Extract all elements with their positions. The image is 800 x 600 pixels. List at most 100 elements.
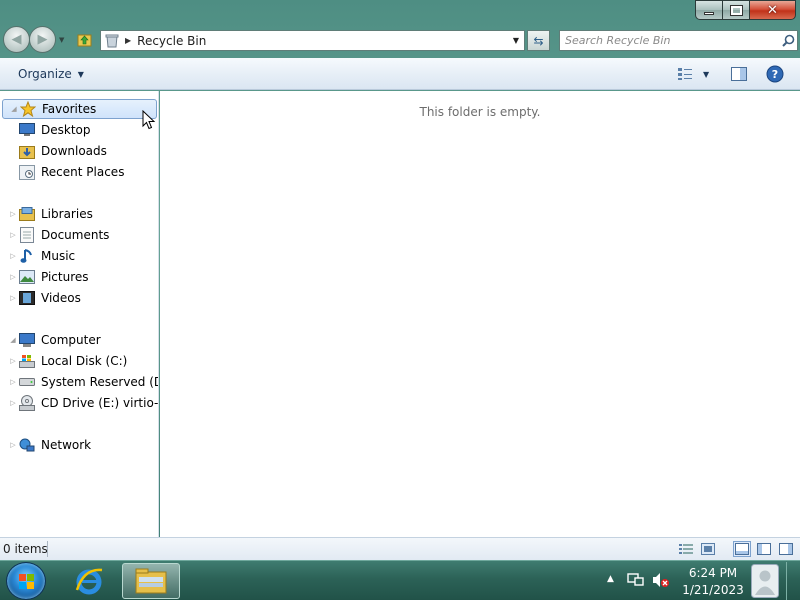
nav-item-pictures[interactable]: ▷ Pictures [0, 267, 89, 287]
nav-computer-label: Computer [41, 333, 101, 347]
internet-explorer-icon [75, 568, 103, 595]
expand-arrow-icon[interactable]: ▷ [8, 378, 18, 386]
breadcrumb-arrow-icon[interactable]: ▶ [125, 36, 131, 45]
status-bar: 0 items [0, 537, 800, 560]
help-button[interactable]: ? [766, 64, 784, 84]
nav-libraries-label: Libraries [41, 207, 93, 221]
nav-item-local-disk-c[interactable]: ▷ Local Disk (C:) [0, 351, 127, 371]
nav-item-desktop[interactable]: Desktop [0, 120, 91, 140]
nav-network[interactable]: ▷ Network [0, 435, 91, 455]
expand-arrow-icon[interactable]: ▷ [8, 441, 18, 449]
details-view-icon [679, 544, 693, 554]
explorer-window: ✕ ◀ ▶ ▼ ▶ Recycle Bin ▼ ⇆ Search Recycle… [0, 0, 800, 560]
nav-item-music[interactable]: ▷ Music [0, 246, 75, 266]
close-icon: ✕ [767, 2, 778, 18]
videos-icon [19, 291, 35, 305]
nav-item-downloads[interactable]: Downloads [0, 141, 107, 161]
file-list-area[interactable]: This folder is empty. [160, 91, 800, 537]
network-tray-icon[interactable] [627, 572, 645, 588]
hard-drive-icon [19, 378, 35, 386]
svg-text:?: ? [772, 68, 778, 81]
nav-item-system-reserved-d[interactable]: ▷ System Reserved (D: [0, 372, 158, 392]
cd-drive-icon [19, 395, 35, 411]
refresh-button[interactable]: ⇆ [527, 30, 550, 51]
nav-item-videos[interactable]: ▷ Videos [0, 288, 81, 308]
computer-icon [19, 332, 35, 347]
navigation-pane-icon [757, 543, 771, 555]
expand-arrow-icon[interactable]: ▷ [8, 210, 18, 218]
nav-item-label: Desktop [41, 123, 91, 137]
navigation-pane: ◢ Favorites Desktop Downloads Recent Pla… [0, 91, 159, 537]
taskbar-internet-explorer[interactable] [70, 564, 108, 598]
start-button[interactable] [6, 562, 46, 600]
folder-icon [135, 568, 167, 594]
preview-pane-icon [731, 67, 747, 81]
nav-item-documents[interactable]: ▷ Documents [0, 225, 109, 245]
search-box[interactable] [559, 30, 798, 51]
expand-arrow-icon[interactable]: ▷ [8, 294, 18, 302]
expand-arrow-icon[interactable]: ▷ [8, 231, 18, 239]
clock[interactable]: 6:24 PM 1/21/2023 [682, 565, 744, 599]
address-dropdown-icon[interactable]: ▼ [508, 31, 524, 50]
layout-details-pane-button[interactable] [733, 541, 751, 557]
expand-arrow-icon[interactable]: ▷ [8, 273, 18, 281]
views-icon [678, 68, 692, 80]
recent-pages-dropdown[interactable]: ▼ [59, 36, 64, 44]
volume-muted-icon[interactable] [652, 572, 670, 588]
large-icons-view-button[interactable] [699, 541, 717, 557]
nav-network-label: Network [41, 438, 92, 452]
expand-arrow-icon[interactable]: ▷ [8, 357, 18, 365]
forward-arrow-icon: ▶ [37, 32, 48, 47]
maximize-button[interactable] [722, 0, 749, 20]
expand-arrow-icon[interactable]: ▷ [8, 399, 18, 407]
search-icon [781, 34, 794, 47]
back-button[interactable]: ◀ [3, 26, 30, 53]
address-bar[interactable]: ▶ Recycle Bin ▼ [100, 30, 525, 51]
nav-item-recent-places[interactable]: Recent Places [0, 162, 124, 182]
preview-pane-button[interactable] [731, 64, 747, 84]
restore-icon [729, 4, 743, 16]
close-button[interactable]: ✕ [749, 0, 796, 20]
nav-item-label: Videos [41, 291, 81, 305]
item-count: 0 items [3, 542, 48, 556]
nav-item-label: Documents [41, 228, 110, 242]
nav-libraries[interactable]: ▷ Libraries [0, 204, 93, 224]
up-folder-icon[interactable] [77, 32, 92, 47]
forward-button[interactable]: ▶ [29, 26, 56, 53]
organize-button[interactable]: Organize ▼ [11, 64, 91, 84]
refresh-icon: ⇆ [533, 33, 544, 48]
nav-favorites[interactable]: ◢ Favorites [2, 99, 157, 119]
collapse-arrow-icon[interactable]: ◢ [9, 105, 19, 113]
taskbar: ▲ 6:24 PM 1/21/2023 [0, 560, 800, 600]
nav-item-label: Downloads [41, 144, 107, 158]
change-view-button[interactable] [677, 64, 693, 84]
nav-item-cd-drive-e[interactable]: ▷ CD Drive (E:) virtio-v [0, 393, 159, 413]
layout-pane-icon [735, 543, 749, 555]
pictures-icon [19, 270, 35, 284]
show-desktop-button[interactable] [786, 562, 800, 600]
layout-navigation-pane-button[interactable] [755, 541, 773, 557]
nav-computer[interactable]: ◢ Computer [0, 330, 101, 350]
show-hidden-icons-icon[interactable]: ▲ [607, 574, 614, 584]
downloads-folder-icon [19, 145, 35, 159]
large-icons-view-icon [701, 543, 715, 555]
expand-arrow-icon[interactable]: ◢ [8, 336, 18, 344]
views-dropdown-icon[interactable]: ▼ [703, 64, 709, 84]
minimize-button[interactable] [695, 0, 722, 20]
address-text[interactable]: Recycle Bin [137, 34, 508, 48]
nav-item-label: Music [41, 249, 76, 263]
taskbar-windows-explorer[interactable] [122, 563, 180, 599]
help-icon: ? [766, 65, 784, 83]
clock-date: 1/21/2023 [682, 583, 744, 597]
network-icon [19, 438, 35, 451]
details-view-button[interactable] [677, 541, 695, 557]
search-input[interactable] [565, 34, 779, 47]
recent-places-icon [19, 164, 35, 180]
layout-preview-pane-button[interactable] [777, 541, 795, 557]
nav-item-label: CD Drive (E:) virtio-v [41, 396, 159, 410]
user-tile[interactable] [747, 562, 783, 600]
windows-drive-icon [19, 354, 35, 368]
libraries-icon [19, 207, 35, 221]
status-divider [47, 541, 48, 557]
expand-arrow-icon[interactable]: ▷ [8, 252, 18, 260]
